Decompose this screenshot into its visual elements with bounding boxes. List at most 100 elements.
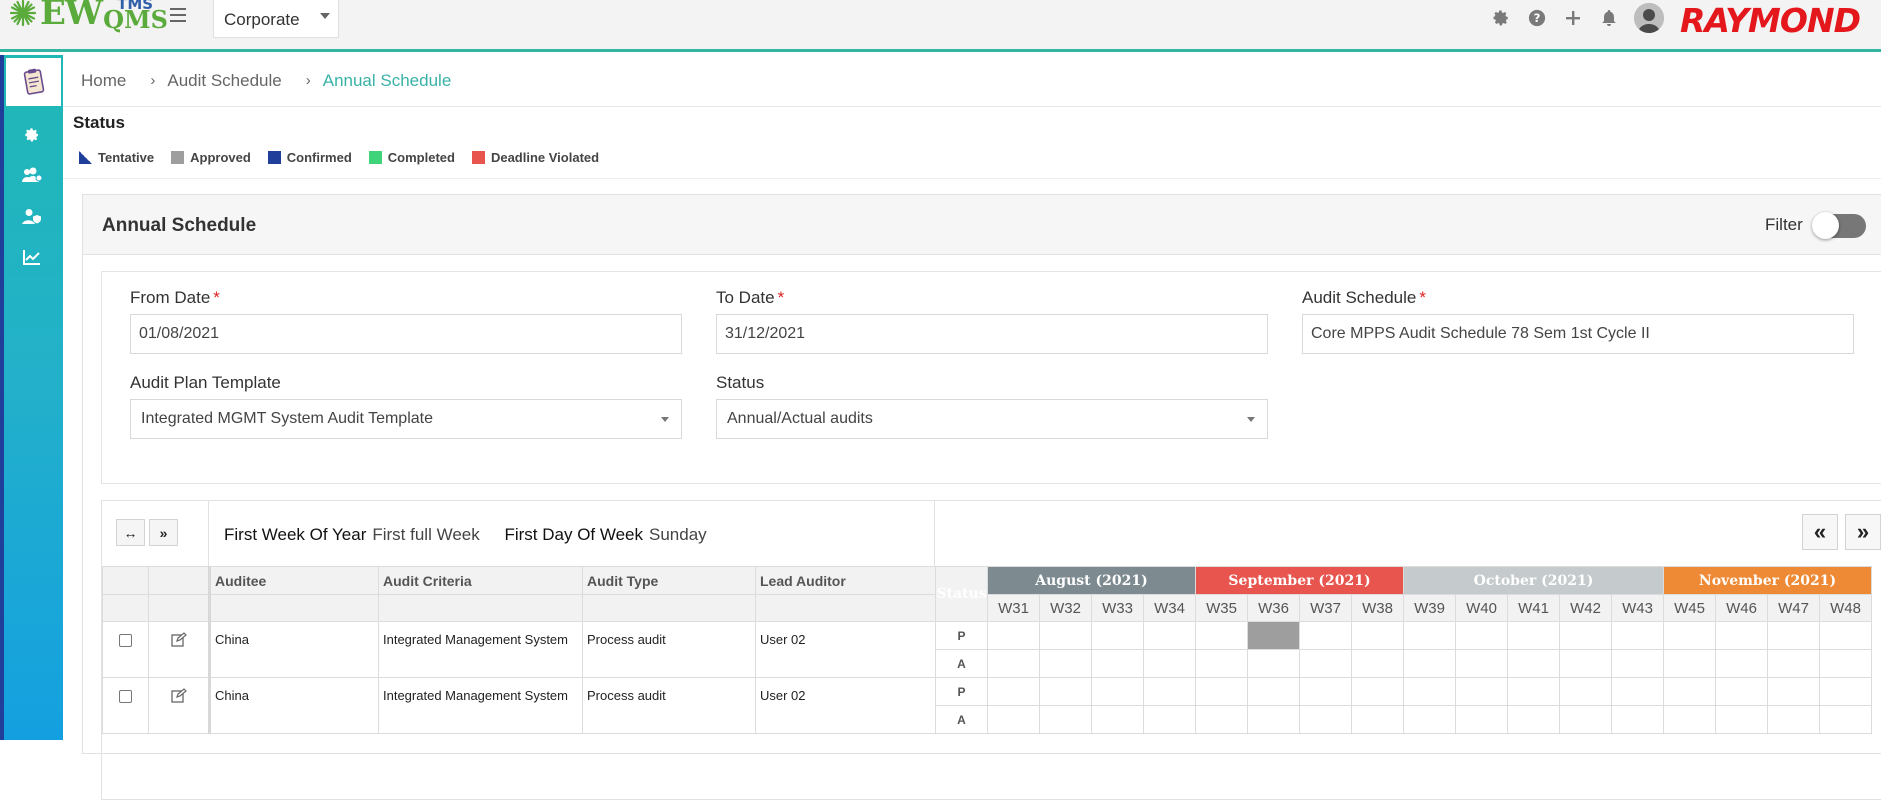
col-auditee[interactable]: Auditee: [208, 566, 379, 595]
week-cell[interactable]: [1611, 705, 1664, 734]
week-cell[interactable]: [1091, 649, 1144, 678]
week-cell[interactable]: [1351, 677, 1404, 706]
week-cell[interactable]: [1663, 677, 1716, 706]
bell-icon[interactable]: [1598, 7, 1620, 29]
week-cell[interactable]: [1195, 621, 1248, 650]
edit-icon[interactable]: [170, 688, 187, 703]
week-cell[interactable]: [1767, 649, 1820, 678]
week-cell[interactable]: [1299, 649, 1352, 678]
filter-cell[interactable]: [755, 594, 936, 622]
status-select[interactable]: Annual/Actual audits: [716, 399, 1268, 439]
week-cell[interactable]: [1611, 677, 1664, 706]
week-cell[interactable]: [1715, 705, 1768, 734]
col-audit-criteria[interactable]: Audit Criteria: [378, 566, 583, 595]
week-cell[interactable]: [1091, 705, 1144, 734]
sidebar-item-users[interactable]: [18, 163, 46, 187]
week-cell[interactable]: [1507, 621, 1560, 650]
week-cell[interactable]: [1715, 677, 1768, 706]
week-cell[interactable]: [1247, 649, 1300, 678]
week-cell[interactable]: [1559, 677, 1612, 706]
week-cell[interactable]: [1507, 677, 1560, 706]
from-date-input[interactable]: 01/08/2021: [130, 314, 682, 354]
week-cell[interactable]: [1403, 705, 1456, 734]
week-cell[interactable]: [1767, 621, 1820, 650]
week-cell[interactable]: [1195, 705, 1248, 734]
table-row[interactable]: China Integrated Management System Proce…: [102, 677, 936, 734]
sidebar-item-reports[interactable]: [18, 245, 46, 269]
week-cell[interactable]: [1299, 677, 1352, 706]
sidebar-item-user-shield[interactable]: [18, 204, 46, 228]
week-cell[interactable]: [1247, 705, 1300, 734]
week-cell[interactable]: [1559, 649, 1612, 678]
week-cell[interactable]: [1195, 649, 1248, 678]
week-cell[interactable]: [1351, 705, 1404, 734]
week-cell[interactable]: [1403, 621, 1456, 650]
expand-columns-button[interactable]: ↔: [116, 519, 145, 546]
week-cell[interactable]: [1039, 649, 1092, 678]
week-cell[interactable]: [1039, 621, 1092, 650]
gear-icon[interactable]: [1490, 7, 1512, 29]
filter-cell[interactable]: [378, 594, 583, 622]
avatar[interactable]: [1634, 3, 1664, 33]
week-cell[interactable]: [1663, 649, 1716, 678]
week-cell[interactable]: [1611, 649, 1664, 678]
week-cell[interactable]: [1507, 649, 1560, 678]
week-cell[interactable]: [1247, 621, 1300, 650]
sidebar-item-settings[interactable]: [18, 123, 46, 147]
hamburger-menu-icon[interactable]: [170, 4, 192, 26]
week-cell[interactable]: [987, 677, 1040, 706]
filter-toggle[interactable]: [1812, 212, 1866, 239]
week-cell[interactable]: [1767, 705, 1820, 734]
week-cell[interactable]: [1351, 621, 1404, 650]
week-cell[interactable]: [1299, 621, 1352, 650]
org-selector[interactable]: Corporate: [213, 0, 339, 38]
week-cell[interactable]: [1559, 621, 1612, 650]
week-cell[interactable]: [1039, 677, 1092, 706]
week-cell[interactable]: [1195, 677, 1248, 706]
help-icon[interactable]: ?: [1526, 7, 1548, 29]
filter-cell[interactable]: [582, 594, 756, 622]
week-cell[interactable]: [1351, 649, 1404, 678]
week-cell[interactable]: [1507, 705, 1560, 734]
table-row[interactable]: China Integrated Management System Proce…: [102, 621, 936, 678]
col-audit-type[interactable]: Audit Type: [582, 566, 756, 595]
week-cell[interactable]: [1247, 677, 1300, 706]
week-cell[interactable]: [987, 705, 1040, 734]
week-cell[interactable]: [1143, 649, 1196, 678]
to-date-input[interactable]: 31/12/2021: [716, 314, 1268, 354]
week-cell[interactable]: [1819, 705, 1872, 734]
week-cell[interactable]: [1455, 621, 1508, 650]
week-cell[interactable]: [1455, 677, 1508, 706]
logo[interactable]: EW TMS QMS: [6, 0, 168, 36]
edit-icon[interactable]: [170, 632, 187, 647]
week-cell[interactable]: [1819, 621, 1872, 650]
week-cell[interactable]: [1819, 649, 1872, 678]
week-cell[interactable]: [1039, 705, 1092, 734]
week-cell[interactable]: [1455, 705, 1508, 734]
col-lead-auditor[interactable]: Lead Auditor: [755, 566, 936, 595]
week-cell[interactable]: [1143, 705, 1196, 734]
week-cell[interactable]: [1611, 621, 1664, 650]
breadcrumb-home[interactable]: Home: [81, 71, 126, 91]
week-cell[interactable]: [1143, 677, 1196, 706]
plus-icon[interactable]: [1562, 7, 1584, 29]
next-period-button[interactable]: »: [1845, 514, 1881, 550]
week-cell[interactable]: [1455, 649, 1508, 678]
week-cell[interactable]: [1143, 621, 1196, 650]
audit-plan-template-select[interactable]: Integrated MGMT System Audit Template: [130, 399, 682, 439]
breadcrumb-audit-schedule[interactable]: Audit Schedule: [167, 71, 281, 91]
audit-schedule-input[interactable]: Core MPPS Audit Schedule 78 Sem 1st Cycl…: [1302, 314, 1854, 354]
week-cell[interactable]: [987, 621, 1040, 650]
week-cell[interactable]: [1091, 677, 1144, 706]
week-cell[interactable]: [1715, 649, 1768, 678]
week-cell[interactable]: [1663, 621, 1716, 650]
row-checkbox[interactable]: [119, 690, 132, 703]
week-cell[interactable]: [1559, 705, 1612, 734]
week-cell[interactable]: [1767, 677, 1820, 706]
week-cell[interactable]: [1819, 677, 1872, 706]
sidebar-item-audit[interactable]: [6, 58, 61, 106]
week-cell[interactable]: [1299, 705, 1352, 734]
week-cell[interactable]: [1715, 621, 1768, 650]
row-checkbox[interactable]: [119, 634, 132, 647]
week-cell[interactable]: [1091, 621, 1144, 650]
